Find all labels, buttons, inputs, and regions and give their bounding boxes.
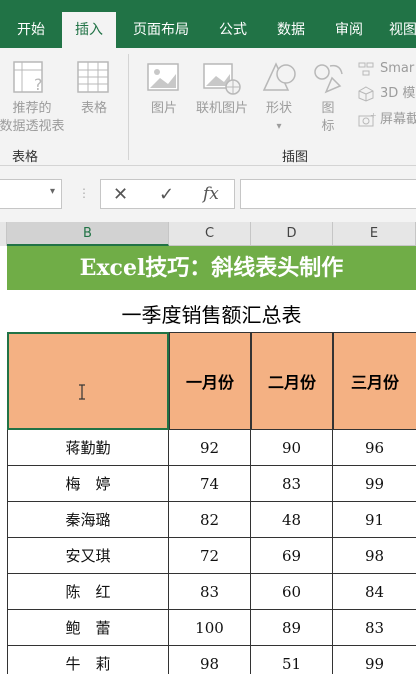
icons-label-line1: 图: [321, 101, 335, 116]
text-cursor-icon: [79, 384, 85, 400]
tab-insert[interactable]: 插入: [62, 12, 116, 48]
online-picture-label: 联机图片: [195, 101, 248, 116]
tab-view[interactable]: 视图: [380, 12, 416, 48]
column-header-b[interactable]: B: [7, 222, 169, 246]
value-cell[interactable]: 89: [251, 610, 333, 646]
value-cell[interactable]: 69: [251, 538, 333, 574]
group-illustrations-title: 插图: [282, 150, 309, 165]
table-subtitle: 一季度销售额汇总表: [121, 303, 302, 327]
value-cell[interactable]: 92: [169, 430, 251, 466]
value-cell[interactable]: 48: [251, 502, 333, 538]
shapes-chevron-down-icon[interactable]: ▾: [272, 118, 286, 136]
column-header-e[interactable]: E: [333, 222, 416, 246]
recommended-pivot-icon[interactable]: ?: [12, 60, 52, 96]
name-cell[interactable]: 蒋勤勤: [7, 430, 169, 466]
value-cell[interactable]: 83: [169, 574, 251, 610]
icons-label-line2: 标: [321, 119, 335, 134]
enter-icon[interactable]: ✓: [159, 184, 174, 205]
ribbon-divider: [128, 54, 129, 160]
header-corner-cell[interactable]: [7, 332, 169, 430]
tab-data[interactable]: 数据: [264, 12, 318, 48]
formula-bar: ▾ ⋮ ✕ ✓ fx: [0, 166, 416, 222]
table-icon[interactable]: [76, 60, 112, 96]
ribbon-panel: ? 推荐的 数据透视表 表格 表格 图片 联机图片 形状 ▾ 图 标 Smar …: [0, 48, 416, 166]
value-cell[interactable]: 82: [169, 502, 251, 538]
name-cell[interactable]: 安又琪: [7, 538, 169, 574]
tab-review[interactable]: 审阅: [322, 12, 376, 48]
pivot-label-line2: 数据透视表: [0, 119, 65, 134]
column-header-c[interactable]: C: [169, 222, 251, 246]
tab-page-layout[interactable]: 页面布局: [122, 12, 200, 48]
formula-input[interactable]: [240, 179, 416, 209]
picture-label: 图片: [150, 101, 177, 116]
header-month-2[interactable]: 二月份: [251, 332, 333, 430]
name-cell[interactable]: 牛 莉: [7, 646, 169, 674]
svg-text:?: ?: [34, 75, 43, 94]
screenshot-icon[interactable]: +: [358, 111, 377, 128]
value-cell[interactable]: 72: [169, 538, 251, 574]
value-cell[interactable]: 100: [169, 610, 251, 646]
header-month-3[interactable]: 三月份: [333, 332, 416, 430]
name-cell[interactable]: 鲍 蕾: [7, 610, 169, 646]
name-box[interactable]: ▾: [0, 179, 62, 209]
icons-icon[interactable]: [310, 60, 346, 96]
ribbon-tab-bar: 开始 插入 页面布局 公式 数据 审阅 视图: [0, 0, 416, 48]
name-cell[interactable]: 梅 婷: [7, 466, 169, 502]
name-cell[interactable]: 秦海璐: [7, 502, 169, 538]
group-tables-title: 表格: [12, 150, 39, 165]
banner-title: Excel技巧：斜线表头制作: [7, 246, 416, 290]
value-cell[interactable]: 91: [333, 502, 416, 538]
picture-icon[interactable]: [146, 60, 182, 96]
name-box-chevron-down-icon[interactable]: ▾: [50, 186, 55, 197]
smartart-icon[interactable]: [358, 61, 374, 76]
value-cell[interactable]: 99: [333, 646, 416, 674]
value-cell[interactable]: 83: [251, 466, 333, 502]
shapes-label: 形状: [265, 101, 292, 116]
online-picture-icon[interactable]: [202, 60, 242, 96]
smartart-label: Smar: [380, 61, 415, 76]
name-cell[interactable]: 陈 红: [7, 574, 169, 610]
value-cell[interactable]: 51: [251, 646, 333, 674]
3d-model-icon[interactable]: [358, 86, 374, 102]
column-header-d[interactable]: D: [251, 222, 333, 246]
3d-model-label: 3D 模: [380, 86, 416, 101]
tab-formulas[interactable]: 公式: [206, 12, 260, 48]
insert-function-icon[interactable]: fx: [203, 184, 219, 204]
table-label: 表格: [80, 101, 107, 116]
value-cell[interactable]: 74: [169, 466, 251, 502]
value-cell[interactable]: 90: [251, 430, 333, 466]
header-month-1[interactable]: 一月份: [169, 332, 251, 430]
column-header-bar: B C D E: [0, 222, 416, 246]
formula-bar-grip-icon: ⋮: [78, 186, 90, 200]
tab-home[interactable]: 开始: [4, 12, 58, 48]
formula-controls: ✕ ✓ fx: [100, 179, 235, 209]
cancel-icon[interactable]: ✕: [113, 184, 128, 205]
value-cell[interactable]: 83: [333, 610, 416, 646]
value-cell[interactable]: 96: [333, 430, 416, 466]
pivot-label-line1: 推荐的: [12, 101, 52, 116]
value-cell[interactable]: 84: [333, 574, 416, 610]
value-cell[interactable]: 98: [169, 646, 251, 674]
screenshot-label: 屏幕截: [380, 112, 416, 127]
svg-text:+: +: [370, 112, 376, 120]
value-cell[interactable]: 99: [333, 466, 416, 502]
value-cell[interactable]: 98: [333, 538, 416, 574]
shapes-icon[interactable]: [260, 60, 298, 96]
column-header-a[interactable]: [0, 222, 7, 246]
value-cell[interactable]: 60: [251, 574, 333, 610]
